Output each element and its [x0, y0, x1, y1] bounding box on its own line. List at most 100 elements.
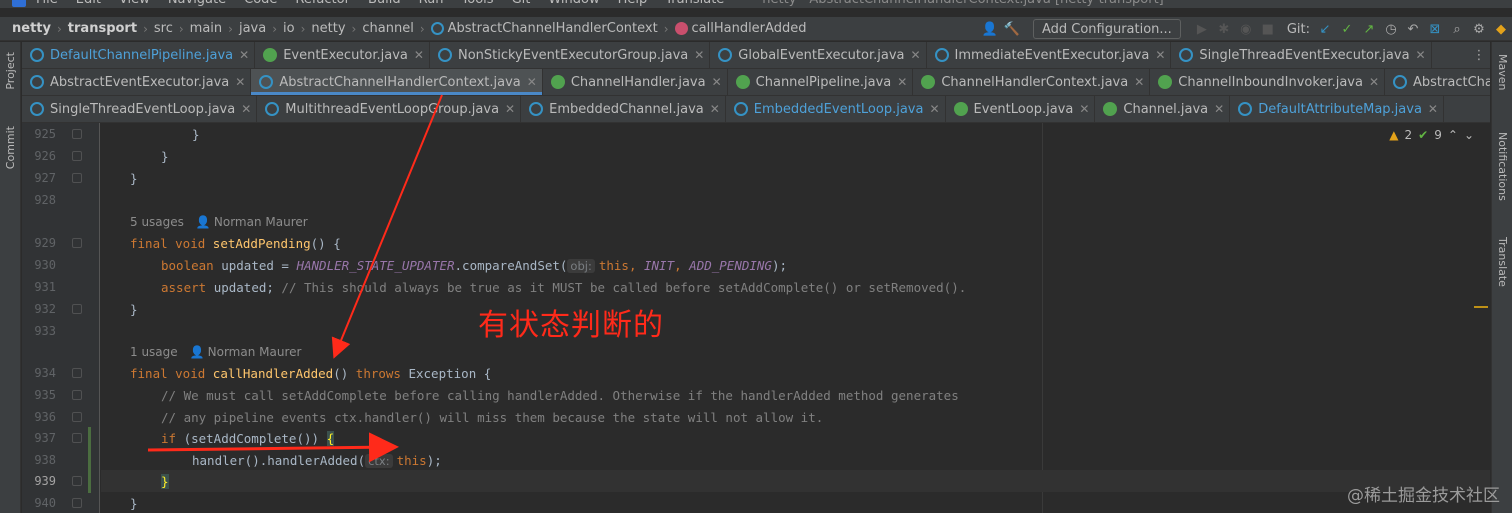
menu-file[interactable]: File [36, 0, 58, 8]
history-icon[interactable]: ◷ [1380, 18, 1402, 40]
tab-abstractchannelhandlercontext[interactable]: AbstractChannelHandlerContext.java ✕ [251, 69, 543, 95]
code-vision-hint[interactable]: 1 usage 👤 Norman Maurer [130, 341, 301, 363]
menu-edit[interactable]: Edit [76, 0, 101, 8]
breadcrumb-method[interactable]: callHandlerAdded [674, 21, 806, 36]
fold-marker-icon[interactable] [72, 151, 82, 161]
tab-channelhandler[interactable]: ChannelHandler.java ✕ [543, 69, 728, 95]
close-icon[interactable]: ✕ [1134, 75, 1144, 89]
tab-eventloop[interactable]: EventLoop.java ✕ [946, 96, 1096, 122]
close-icon[interactable]: ✕ [1416, 48, 1426, 62]
fold-marker-icon[interactable] [72, 476, 82, 486]
close-icon[interactable]: ✕ [505, 102, 515, 116]
breadcrumb-channel[interactable]: channel [362, 21, 413, 36]
notifications-tool-button[interactable]: Notifications [1496, 132, 1509, 201]
menu-refactor[interactable]: Refactor [295, 0, 350, 8]
breadcrumb-io[interactable]: io [283, 21, 295, 36]
rollback-icon[interactable]: ↶ [1402, 18, 1424, 40]
build-hammer-icon[interactable]: 🔨 [1001, 18, 1023, 40]
close-icon[interactable]: ✕ [235, 75, 245, 89]
fold-marker-icon[interactable] [72, 304, 82, 314]
tab-globaleventexecutor[interactable]: GlobalEventExecutor.java ✕ [710, 42, 927, 68]
git-push-icon[interactable]: ↗ [1358, 18, 1380, 40]
fold-marker-icon[interactable] [72, 498, 82, 508]
code-editor[interactable]: ▲ 2 ✔ 9 ⌃ ⌄ 925 } 926 } 927 } 928 5 usag… [22, 123, 1490, 513]
settings-gear-icon[interactable]: ⚙ [1468, 18, 1490, 40]
breadcrumb-main[interactable]: main [190, 21, 222, 36]
code-vision-hint[interactable]: 5 usages 👤 Norman Maurer [130, 211, 308, 233]
close-icon[interactable]: ✕ [694, 48, 704, 62]
tab-channelhandlercontext[interactable]: ChannelHandlerContext.java ✕ [913, 69, 1151, 95]
tab-channel[interactable]: Channel.java ✕ [1095, 96, 1231, 122]
close-icon[interactable]: ✕ [929, 102, 939, 116]
fold-marker-icon[interactable] [72, 238, 82, 248]
tab-channelpipeline[interactable]: ChannelPipeline.java ✕ [728, 69, 914, 95]
git-commit-icon[interactable]: ✓ [1336, 18, 1358, 40]
close-icon[interactable]: ✕ [897, 75, 907, 89]
menu-run[interactable]: Run [419, 0, 444, 8]
tab-multithreadeventloopgroup[interactable]: MultithreadEventLoopGroup.java ✕ [257, 96, 522, 122]
close-icon[interactable]: ✕ [241, 102, 251, 116]
breadcrumb-netty-pkg[interactable]: netty [311, 21, 345, 36]
tab-singlethreadeventexecutor[interactable]: SingleThreadEventExecutor.java ✕ [1171, 42, 1432, 68]
menu-help[interactable]: Help [618, 0, 648, 8]
close-icon[interactable]: ✕ [1428, 102, 1438, 116]
fold-marker-icon[interactable] [72, 433, 82, 443]
close-icon[interactable]: ✕ [1369, 75, 1379, 89]
fold-marker-icon[interactable] [72, 390, 82, 400]
tab-eventexecutor[interactable]: EventExecutor.java ✕ [255, 42, 430, 68]
close-icon[interactable]: ✕ [239, 48, 249, 62]
commit-tool-button[interactable]: Commit [4, 126, 17, 169]
translate-toolbar-icon[interactable]: ⊠ [1424, 18, 1446, 40]
breadcrumb-transport[interactable]: transport [68, 21, 137, 36]
menu-tools[interactable]: Tools [462, 0, 494, 8]
project-tool-button[interactable]: Project [4, 52, 17, 90]
tab-embeddedchannel[interactable]: EmbeddedChannel.java ✕ [521, 96, 726, 122]
close-icon[interactable]: ✕ [910, 48, 920, 62]
tab-nonstickyeventexecutorgroup[interactable]: NonStickyEventExecutorGroup.java ✕ [430, 42, 711, 68]
usages-count[interactable]: 5 usages [130, 215, 184, 229]
tab-list-menu-icon[interactable]: ⋮ [1468, 42, 1490, 68]
translate-tool-button[interactable]: Translate [1496, 237, 1509, 287]
menu-navigate[interactable]: Navigate [168, 0, 226, 8]
menu-window[interactable]: Window [548, 0, 599, 8]
tab-defaultattributemap[interactable]: DefaultAttributeMap.java ✕ [1230, 96, 1444, 122]
search-everywhere-icon[interactable]: ⌕ [1446, 18, 1468, 40]
coverage-icon[interactable]: ◉ [1235, 18, 1257, 40]
tab-singlethreadeventloop[interactable]: SingleThreadEventLoop.java ✕ [22, 96, 258, 122]
close-icon[interactable]: ✕ [712, 75, 722, 89]
tab-abstractchannel[interactable]: AbstractChannel.java✕ [1385, 69, 1490, 95]
close-icon[interactable]: ✕ [414, 48, 424, 62]
close-icon[interactable]: ✕ [527, 75, 537, 89]
fold-marker-icon[interactable] [72, 129, 82, 139]
user-icon[interactable]: 👤 [979, 18, 1001, 40]
menu-view[interactable]: View [119, 0, 150, 8]
error-stripe-marker[interactable] [1474, 306, 1488, 308]
debug-icon[interactable]: ✱ [1213, 18, 1235, 40]
tab-abstracteventexecutor[interactable]: AbstractEventExecutor.java ✕ [22, 69, 252, 95]
run-icon[interactable]: ▶ [1191, 18, 1213, 40]
menu-git[interactable]: Git [512, 0, 531, 8]
stop-icon[interactable]: ■ [1257, 18, 1279, 40]
tab-immediateeventexecutor[interactable]: ImmediateEventExecutor.java ✕ [927, 42, 1172, 68]
fold-marker-icon[interactable] [72, 173, 82, 183]
tab-channelinboundinvoker[interactable]: ChannelInboundInvoker.java ✕ [1150, 69, 1386, 95]
breadcrumb-java[interactable]: java [239, 21, 266, 36]
maven-tool-button[interactable]: Maven [1496, 54, 1509, 90]
fold-marker-icon[interactable] [72, 412, 82, 422]
menu-translate[interactable]: Translate [665, 0, 724, 8]
jetbrains-logo-icon[interactable]: ◆ [1490, 18, 1512, 40]
menu-build[interactable]: Build [368, 0, 401, 8]
menu-code[interactable]: Code [244, 0, 277, 8]
close-icon[interactable]: ✕ [1079, 102, 1089, 116]
breadcrumb-class[interactable]: AbstractChannelHandlerContext [430, 21, 658, 36]
close-icon[interactable]: ✕ [1214, 102, 1224, 116]
breadcrumb-src[interactable]: src [154, 21, 173, 36]
breadcrumb-netty[interactable]: netty [12, 21, 51, 36]
fold-marker-icon[interactable] [72, 368, 82, 378]
tab-embeddedeventloop[interactable]: EmbeddedEventLoop.java ✕ [726, 96, 946, 122]
tab-defaultchannelpipeline[interactable]: DefaultChannelPipeline.java ✕ [22, 42, 256, 68]
git-update-icon[interactable]: ↙ [1314, 18, 1336, 40]
add-configuration-button[interactable]: Add Configuration... [1032, 19, 1181, 39]
close-icon[interactable]: ✕ [1155, 48, 1165, 62]
close-icon[interactable]: ✕ [710, 102, 720, 116]
